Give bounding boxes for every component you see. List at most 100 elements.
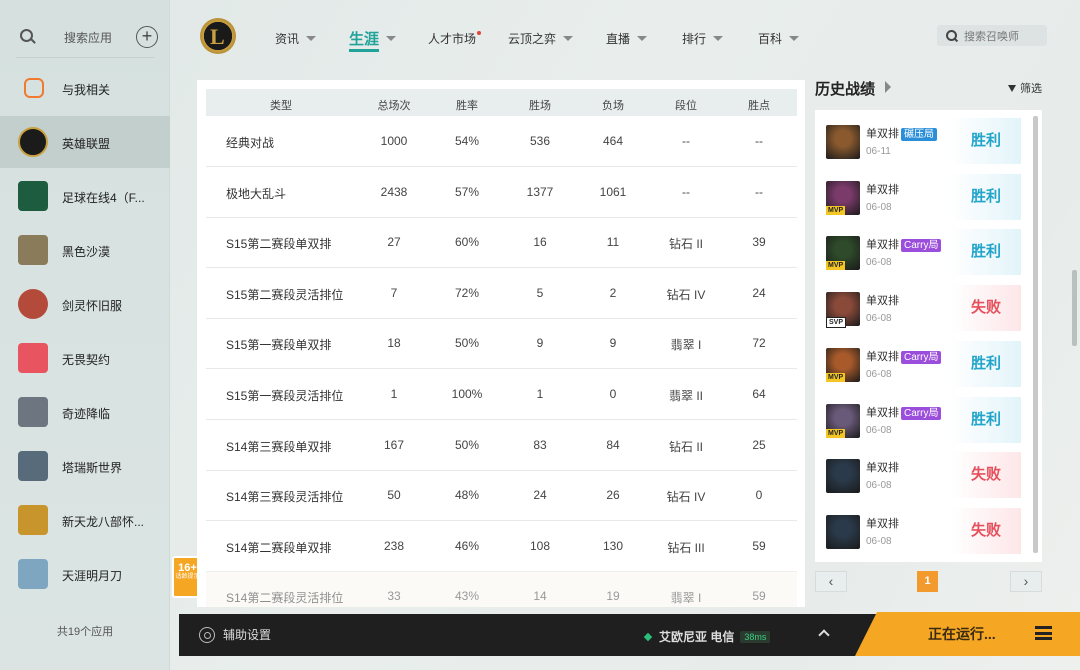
history-result: 胜利 [951, 396, 1021, 443]
table-cell-type: S15第一赛段灵活排位 [226, 389, 344, 403]
stats-panel: 类型 总场次 胜率 胜场 负场 段位 胜点 经典对战 1000 54% 536 464 -- -- 极地大… [197, 80, 805, 607]
history-item[interactable]: 单双排 06-08 失败 [815, 500, 1033, 556]
table-cell: 167 [383, 437, 405, 452]
table-cell: 钻石 IV [666, 287, 706, 302]
nav-tab[interactable]: 排行 [682, 30, 724, 47]
tlbb-icon [18, 505, 48, 535]
table-cell: 钻石 III [667, 540, 705, 555]
table-cell: 钻石 IV [666, 490, 706, 505]
chevron-right-icon[interactable] [885, 81, 891, 93]
history-mode: 单双排 Carry局 [866, 236, 942, 253]
table-row[interactable]: S14第二赛段灵活排位 33 43% 14 19 翡翠 I 59 [206, 571, 797, 607]
sidebar-item[interactable]: 与我相关 [0, 62, 170, 114]
filter-button[interactable]: 筛选 [1008, 80, 1042, 96]
table-row[interactable]: S15第二赛段单双排 27 60% 16 11 钻石 II 39 [206, 217, 797, 269]
history-item[interactable]: MVP 单双排 Carry局 06-08 胜利 [815, 221, 1033, 277]
performance-badge: MVP [826, 372, 846, 382]
history-item[interactable]: 单双排 碾压局 06-11 胜利 [815, 110, 1033, 166]
column-header: 胜率 [456, 100, 478, 112]
history-date: 06-08 [866, 424, 892, 436]
history-result: 失败 [951, 285, 1021, 332]
champion-avatar [826, 125, 860, 159]
chevron-down-icon [637, 36, 648, 41]
moonlight-blade-icon [18, 559, 48, 589]
chevron-down-icon [386, 36, 397, 41]
table-row[interactable]: S15第一赛段灵活排位 1 100% 1 0 翡翠 II 64 [206, 369, 797, 420]
history-item[interactable]: SVP 单双排 06-08 失败 [815, 277, 1033, 333]
next-page-button[interactable]: › [1010, 571, 1042, 592]
history-item[interactable]: MVP 单双排 06-08 胜利 [815, 166, 1033, 222]
table-cell-type: 经典对战 [226, 136, 275, 150]
nav-tab[interactable]: 生涯 [349, 28, 397, 52]
history-date: 06-08 [866, 313, 892, 325]
table-row[interactable]: S14第三赛段灵活排位 50 48% 24 26 钻石 IV 0 [206, 470, 797, 522]
table-cell: 19 [606, 589, 620, 604]
current-page[interactable]: 1 [917, 571, 938, 592]
history-mode-label: 单双排 [866, 183, 899, 196]
history-result: 失败 [951, 452, 1021, 499]
history-tag: Carry局 [901, 350, 942, 364]
chevron-up-icon[interactable] [818, 629, 830, 641]
table-cell-type: S14第二赛段灵活排位 [226, 591, 344, 606]
table-cell: 18 [387, 336, 401, 351]
table-cell: 60% [454, 235, 480, 250]
table-cell-type: S14第三赛段灵活排位 [226, 490, 344, 505]
table-row[interactable]: S15第一赛段单双排 18 50% 9 9 翡翠 I 72 [206, 318, 797, 370]
league-of-legends-icon [18, 127, 48, 157]
sidebar-item[interactable]: 天涯明月刀 [0, 548, 170, 600]
table-cell-type: S15第二赛段灵活排位 [226, 287, 344, 302]
sidebar-item[interactable]: 剑灵怀旧服 [0, 278, 170, 330]
search-icon [14, 24, 40, 50]
sidebar-item[interactable]: 塔瑞斯世界 [0, 440, 170, 492]
sidebar-item[interactable]: 英雄联盟 [0, 116, 170, 168]
menu-icon[interactable] [1035, 626, 1052, 640]
assist-settings-button[interactable]: 辅助设置 [199, 626, 271, 643]
history-title[interactable]: 历史战绩 [815, 78, 875, 99]
window-scrollbar[interactable] [1072, 270, 1077, 346]
table-row[interactable]: 经典对战 1000 54% 536 464 -- -- [206, 116, 797, 167]
history-scrollbar[interactable] [1033, 116, 1038, 553]
history-item[interactable]: 单双排 06-08 失败 [815, 444, 1033, 500]
table-cell: -- [682, 134, 690, 148]
league-logo-icon[interactable]: L [200, 18, 236, 54]
table-cell: 26 [606, 488, 620, 503]
age-rating-number: 16+ [178, 562, 197, 574]
app-count: 共19个应用 [56, 626, 114, 638]
history-item[interactable]: MVP 单双排 Carry局 06-08 胜利 [815, 389, 1033, 445]
column-header: 总场次 [377, 100, 411, 112]
sidebar-item[interactable]: 奇迹降临 [0, 386, 170, 438]
table-cell: 1377 [526, 184, 554, 199]
nav-tab[interactable]: 百科 [758, 30, 800, 47]
server-selector[interactable]: 艾欧尼亚 电信 38ms [643, 628, 771, 645]
table-row[interactable]: S15第二赛段灵活排位 7 72% 5 2 钻石 IV 24 [206, 268, 797, 319]
sidebar-item[interactable]: 无畏契约 [0, 332, 170, 384]
nav-tab[interactable]: 人才市场 [428, 30, 482, 47]
sidebar-item[interactable]: 足球在线4（F... [0, 170, 170, 222]
nav-tab[interactable]: 云顶之弈 [508, 30, 574, 47]
server-name: 艾欧尼亚 电信 [659, 630, 735, 644]
assist-settings-label: 辅助设置 [223, 628, 272, 642]
nav-tab[interactable]: 直播 [606, 30, 648, 47]
summoner-search-placeholder: 搜索召唤师 [964, 30, 1019, 43]
champion-avatar [826, 459, 860, 494]
history-date: 06-08 [866, 201, 892, 213]
prev-page-button[interactable]: ‹ [815, 571, 847, 592]
table-row[interactable]: S14第二赛段单双排 238 46% 108 130 钻石 III 59 [206, 521, 797, 572]
history-mode-label: 单双排 [866, 239, 899, 252]
history-mode-label: 单双排 [866, 462, 899, 475]
column-header: 段位 [675, 100, 697, 112]
sidebar-item-label: 足球在线4（F... [62, 191, 145, 205]
history-item[interactable]: MVP 单双排 Carry局 06-08 胜利 [815, 333, 1033, 389]
sidebar-item[interactable]: 新天龙八部怀... [0, 494, 170, 546]
table-cell: 钻石 II [668, 237, 703, 252]
sidebar-item[interactable]: 黑色沙漠 [0, 224, 170, 276]
nav-tab[interactable]: 资讯 [275, 30, 317, 47]
table-row[interactable]: S14第三赛段单双排 167 50% 83 84 钻石 II 25 [206, 420, 797, 471]
filter-label: 筛选 [1020, 83, 1042, 95]
running-button[interactable]: 正在运行... [855, 612, 1080, 656]
filter-icon [1008, 84, 1016, 92]
summoner-search-input[interactable]: 搜索召唤师 [937, 25, 1047, 46]
add-app-button[interactable]: + [136, 26, 158, 48]
table-cell: -- [755, 184, 763, 199]
table-row[interactable]: 极地大乱斗 2438 57% 1377 1061 -- -- [206, 167, 797, 218]
